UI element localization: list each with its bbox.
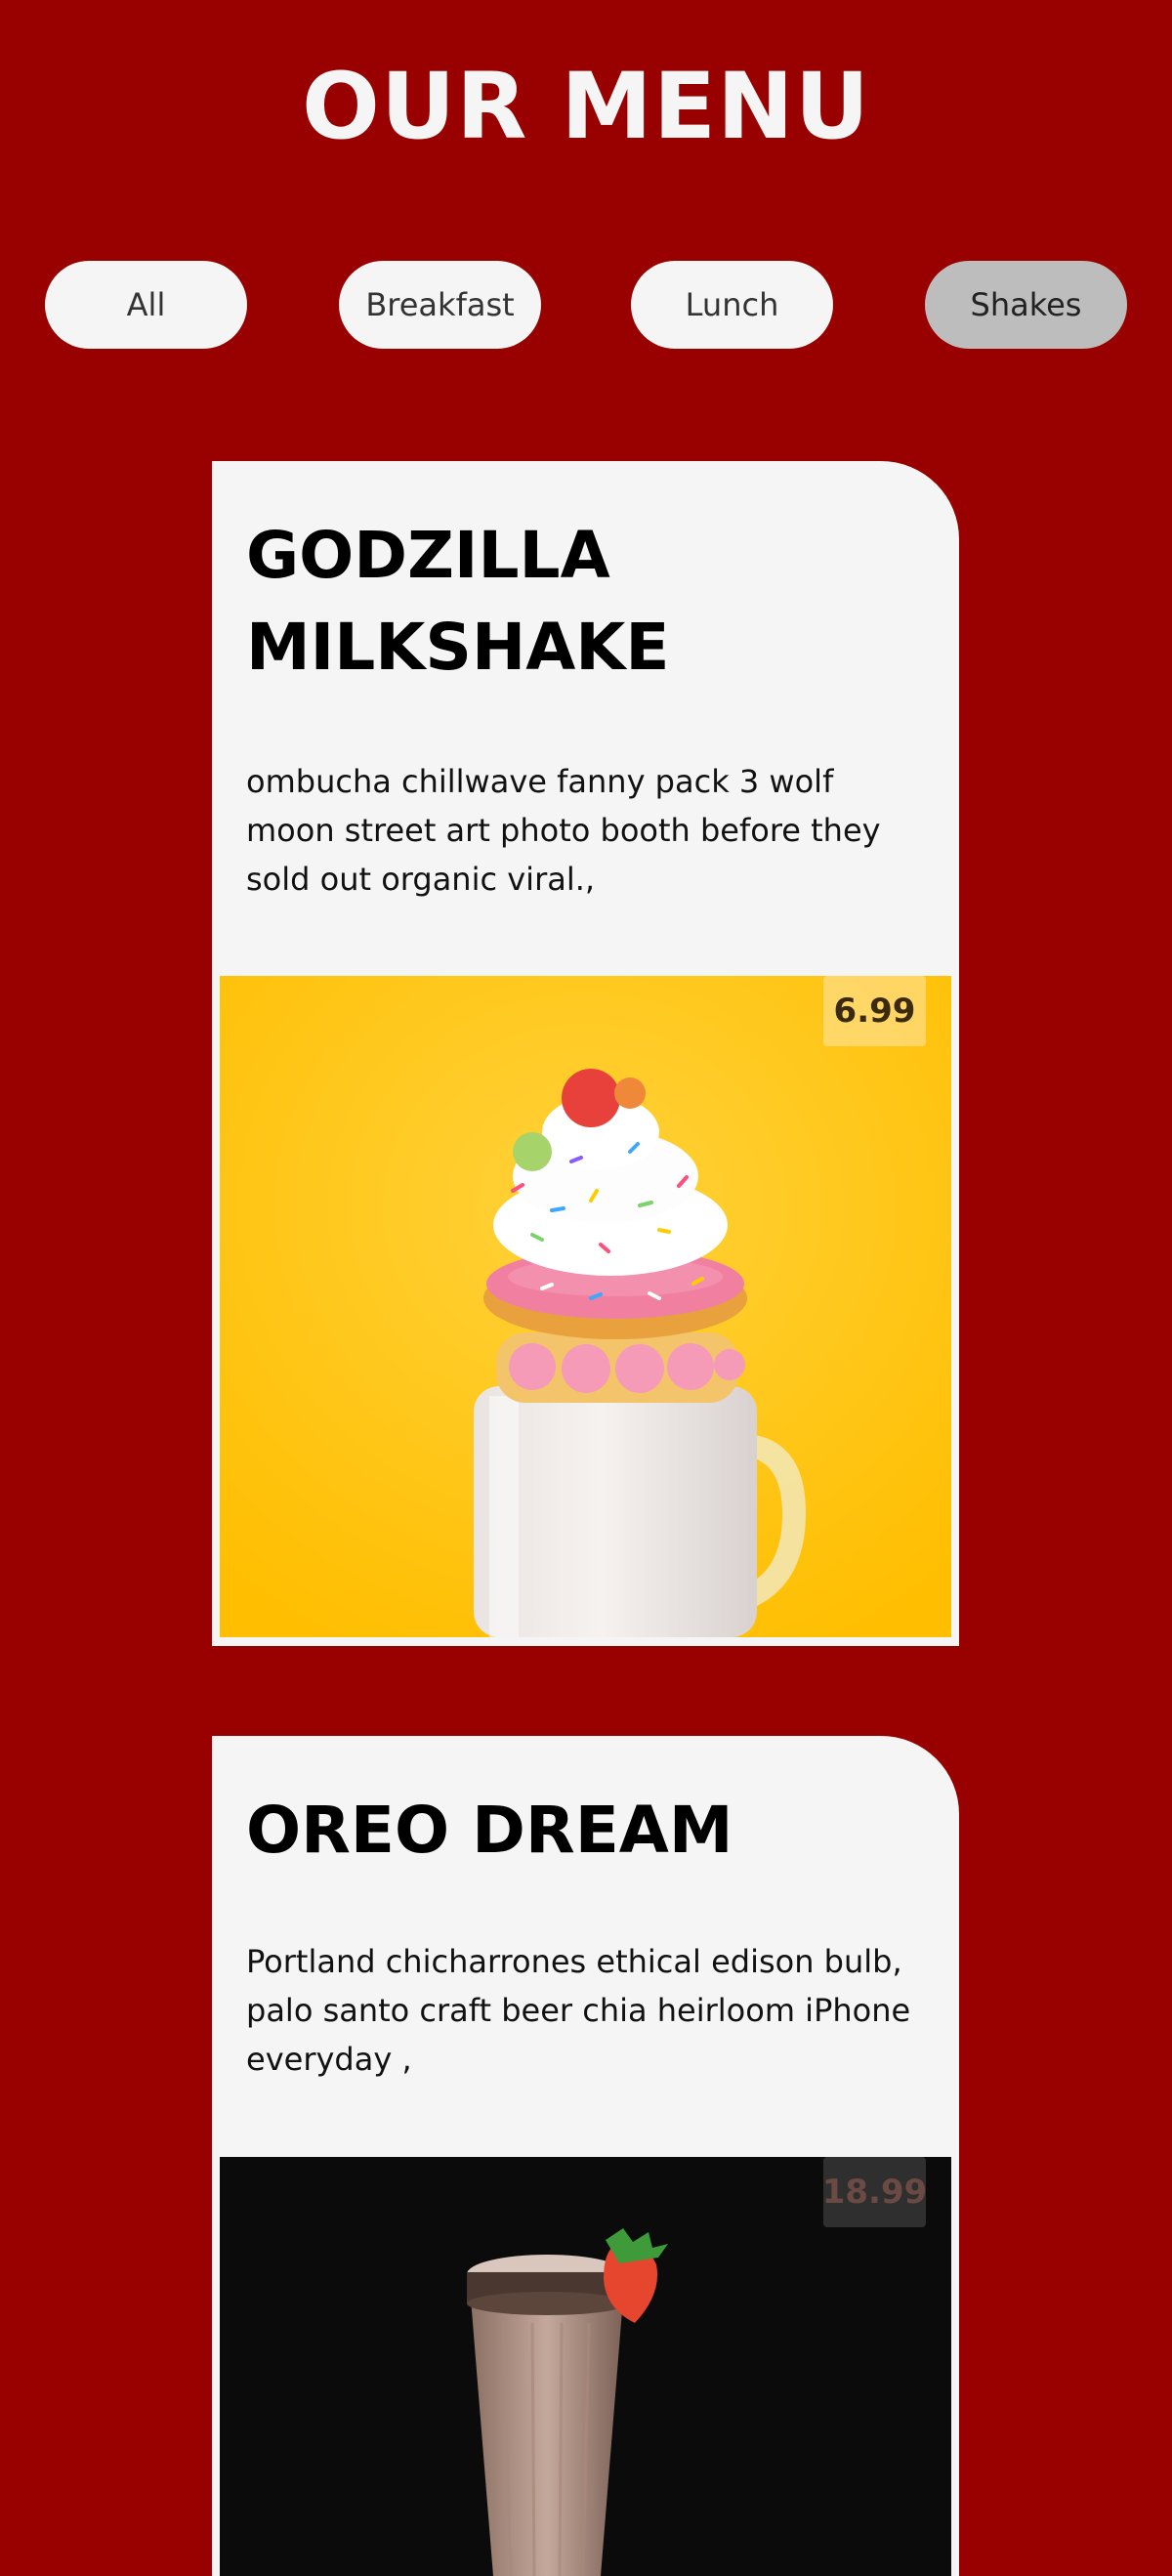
milkshake-donut-photo-icon bbox=[220, 976, 951, 1637]
menu-item-image: 6.99 bbox=[220, 976, 951, 1637]
menu-item-description: Portland chicharrones ethical edison bul… bbox=[246, 1943, 911, 2078]
page-title: OUR MENU bbox=[301, 54, 871, 160]
menu-item-title: GODZILLA MILKSHAKE bbox=[246, 518, 670, 685]
filter-shakes-button[interactable]: Shakes bbox=[925, 261, 1127, 349]
menu-item-card: OREO DREAM Portland chicharrones ethical… bbox=[212, 1736, 959, 2576]
filter-all-button[interactable]: All bbox=[45, 261, 247, 349]
menu-item-description: ombucha chillwave fanny pack 3 wolf moon… bbox=[246, 763, 881, 898]
price-tag: 6.99 bbox=[823, 976, 926, 1046]
menu-item-card: GODZILLA MILKSHAKE ombucha chillwave fan… bbox=[212, 461, 959, 1646]
price-tag: 18.99 bbox=[822, 2157, 927, 2227]
menu-item-title: OREO DREAM bbox=[246, 1793, 733, 1868]
filter-breakfast-button[interactable]: Breakfast bbox=[339, 261, 541, 349]
menu-filter-bar: All Breakfast Lunch Shakes bbox=[0, 261, 1172, 349]
filter-lunch-button[interactable]: Lunch bbox=[631, 261, 833, 349]
menu-item-image: 18.99 bbox=[220, 2157, 951, 2576]
